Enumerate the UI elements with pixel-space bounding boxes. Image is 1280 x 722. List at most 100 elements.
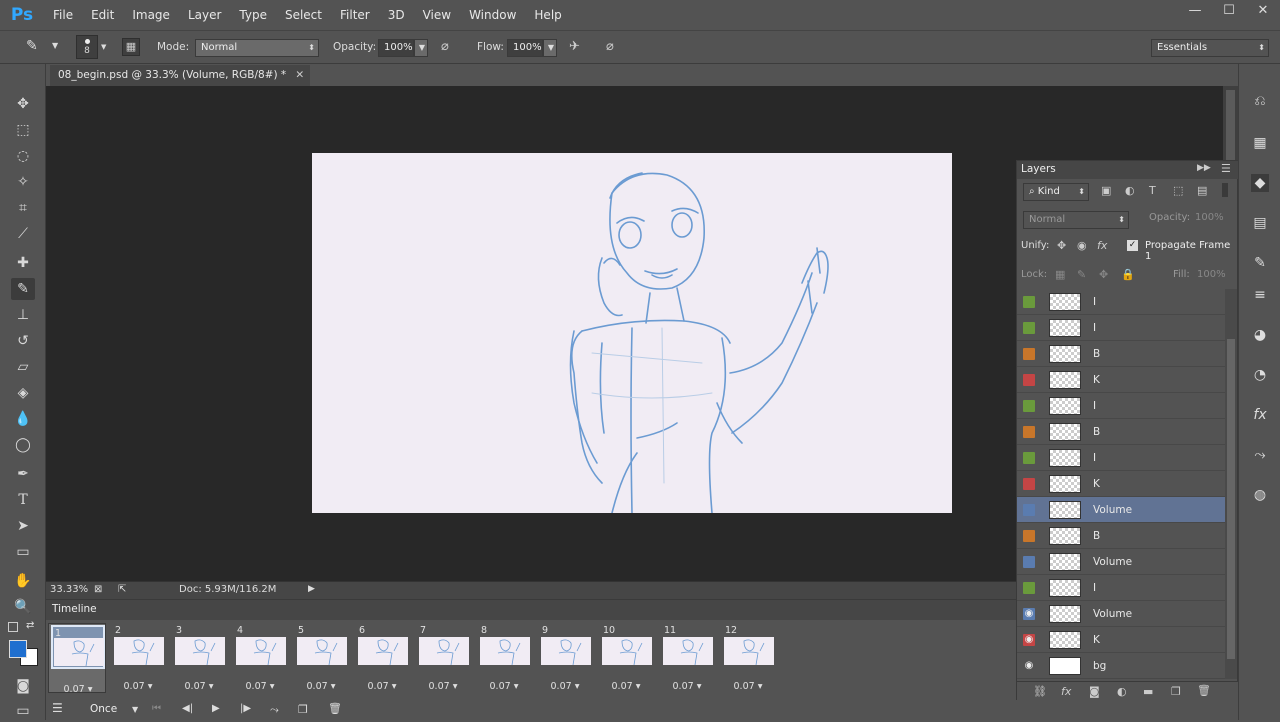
lock-position-icon[interactable]: ✥: [1099, 268, 1108, 281]
timeline-frame[interactable]: 10 0.07 ▾: [597, 623, 655, 693]
frame-duration[interactable]: 0.07 ▾: [536, 681, 594, 692]
first-frame-icon[interactable]: ⏮: [152, 703, 161, 714]
frame-duration[interactable]: 0.07 ▾: [292, 681, 350, 692]
navigator-panel-icon[interactable]: ◔: [1251, 366, 1269, 384]
layer-color-swatch[interactable]: [1023, 348, 1035, 360]
menu-filter[interactable]: Filter: [331, 0, 379, 30]
timeline-frame[interactable]: 11 0.07 ▾: [658, 623, 716, 693]
history-brush-tool-icon[interactable]: ↺: [11, 330, 35, 352]
unify-position-icon[interactable]: ✥: [1057, 239, 1066, 252]
default-colors-icon[interactable]: [8, 622, 18, 632]
timeline-frame[interactable]: 3 0.07 ▾: [170, 623, 228, 693]
adjustments-panel-icon[interactable]: ≡: [1251, 286, 1269, 304]
loop-option[interactable]: Once: [90, 703, 117, 715]
panel-menu-icon[interactable]: ☰: [1221, 162, 1231, 175]
close-button[interactable]: ✕: [1246, 0, 1280, 20]
frame-duration[interactable]: 0.07 ▾: [414, 681, 472, 692]
airbrush-icon[interactable]: ✈: [569, 39, 587, 57]
visibility-eye-icon[interactable]: ◉: [1023, 634, 1035, 646]
layers-panel-icon[interactable]: ◆: [1251, 174, 1269, 192]
blend-mode-select[interactable]: Normal ⬍: [1023, 211, 1129, 229]
workspace-select[interactable]: Essentials ⬍: [1151, 39, 1269, 57]
layer-row[interactable]: ◉ K: [1017, 627, 1225, 653]
layer-color-swatch[interactable]: [1023, 322, 1035, 334]
layer-color-swatch[interactable]: [1023, 400, 1035, 412]
layer-row[interactable]: K: [1017, 471, 1225, 497]
timeline-frame[interactable]: 2 0.07 ▾: [109, 623, 167, 693]
mode-select[interactable]: Normal ⬍: [195, 39, 319, 57]
menu-3d[interactable]: 3D: [379, 0, 414, 30]
menu-type[interactable]: Type: [230, 0, 276, 30]
layer-row[interactable]: ◉ bg: [1017, 653, 1225, 679]
previous-frame-icon[interactable]: ◀|: [182, 703, 193, 714]
frame-duration[interactable]: 0.07 ▾: [109, 681, 167, 692]
flow-dropdown[interactable]: ▼: [543, 39, 557, 57]
layer-row[interactable]: I: [1017, 393, 1225, 419]
link-layers-icon[interactable]: ⛓: [1033, 685, 1047, 698]
layer-row[interactable]: Volume: [1017, 549, 1225, 575]
add-mask-icon[interactable]: ◙: [1089, 685, 1100, 698]
timeline-frame[interactable]: 4 0.07 ▾: [231, 623, 289, 693]
layer-row[interactable]: Volume: [1017, 497, 1225, 523]
adjustment-layer-icon[interactable]: ◐: [1117, 685, 1127, 698]
rectangle-tool-icon[interactable]: ▭: [11, 541, 35, 563]
unify-visibility-icon[interactable]: ◉: [1077, 239, 1087, 252]
move-tool-icon[interactable]: ✥: [11, 93, 35, 115]
lock-all-icon[interactable]: 🔒: [1121, 268, 1135, 281]
filter-adjustment-icon[interactable]: ◐: [1125, 184, 1135, 197]
healing-brush-tool-icon[interactable]: ✚: [11, 252, 35, 274]
layer-row[interactable]: I: [1017, 575, 1225, 601]
timeline-frame[interactable]: 6 0.07 ▾: [353, 623, 411, 693]
layer-opacity-value[interactable]: 100%: [1195, 212, 1224, 223]
pressure-size-icon[interactable]: ⌀: [606, 39, 624, 57]
layer-color-swatch[interactable]: [1023, 556, 1035, 568]
chevron-down-icon[interactable]: ▼: [132, 705, 138, 714]
brush-tool-icon[interactable]: ✎: [11, 278, 35, 300]
layer-row[interactable]: B: [1017, 523, 1225, 549]
menu-image[interactable]: Image: [123, 0, 179, 30]
frame-duration[interactable]: 0.07 ▾: [719, 681, 777, 692]
layer-row[interactable]: K: [1017, 367, 1225, 393]
layer-color-swatch[interactable]: [1023, 530, 1035, 542]
timeline-frame[interactable]: 12 0.07 ▾: [719, 623, 777, 693]
layer-row[interactable]: B: [1017, 419, 1225, 445]
menu-layer[interactable]: Layer: [179, 0, 230, 30]
timeline-frame[interactable]: 7 0.07 ▾: [414, 623, 472, 693]
visibility-eye-icon[interactable]: ◉: [1023, 608, 1035, 620]
maximize-button[interactable]: ☐: [1212, 0, 1246, 20]
layer-row[interactable]: I: [1017, 289, 1225, 315]
timeline-menu-icon[interactable]: ☰: [52, 701, 63, 715]
layer-color-swatch[interactable]: [1023, 296, 1035, 308]
frame-duration[interactable]: 0.07 ▾: [231, 681, 289, 692]
eraser-tool-icon[interactable]: ▱: [11, 356, 35, 378]
3d-panel-icon[interactable]: ◍: [1251, 486, 1269, 504]
new-layer-icon[interactable]: ❐: [1171, 685, 1181, 698]
type-tool-icon[interactable]: T: [11, 489, 35, 511]
channels-panel-icon[interactable]: ▤: [1251, 214, 1269, 232]
delete-frame-icon[interactable]: 🗑: [328, 702, 342, 715]
menu-select[interactable]: Select: [276, 0, 331, 30]
filter-type-icon[interactable]: T: [1149, 184, 1156, 197]
paths-panel-icon[interactable]: ⤳: [1251, 446, 1269, 464]
filter-pixel-icon[interactable]: ▣: [1101, 184, 1111, 197]
minimize-button[interactable]: —: [1178, 0, 1212, 20]
brush-picker-arrow-icon[interactable]: ▼: [101, 43, 106, 51]
lock-transparent-icon[interactable]: ▦: [1055, 268, 1065, 281]
layer-filter-select[interactable]: ⌕ Kind ⬍: [1023, 183, 1089, 201]
path-select-tool-icon[interactable]: ➤: [11, 515, 35, 537]
status-options-icon[interactable]: ⊠: [94, 584, 102, 595]
menu-help[interactable]: Help: [525, 0, 570, 30]
next-frame-icon[interactable]: |▶: [240, 703, 251, 714]
scrollbar-thumb[interactable]: [1227, 339, 1235, 659]
paint-bucket-tool-icon[interactable]: ◈: [11, 382, 35, 404]
export-icon[interactable]: ⇱: [118, 584, 126, 595]
filter-smart-object-icon[interactable]: ▤: [1197, 184, 1207, 197]
tween-icon[interactable]: ⤳: [270, 703, 279, 717]
hand-tool-icon[interactable]: ✋: [11, 570, 35, 592]
timeline-frame[interactable]: 1 0.07 ▾: [48, 623, 106, 695]
layer-list-scrollbar[interactable]: [1225, 289, 1237, 679]
eyedropper-tool-icon[interactable]: ⟋: [11, 223, 35, 245]
layer-row[interactable]: ◉ Volume: [1017, 601, 1225, 627]
timeline-frame[interactable]: 5 0.07 ▾: [292, 623, 350, 693]
opacity-dropdown[interactable]: ▼: [414, 39, 428, 57]
